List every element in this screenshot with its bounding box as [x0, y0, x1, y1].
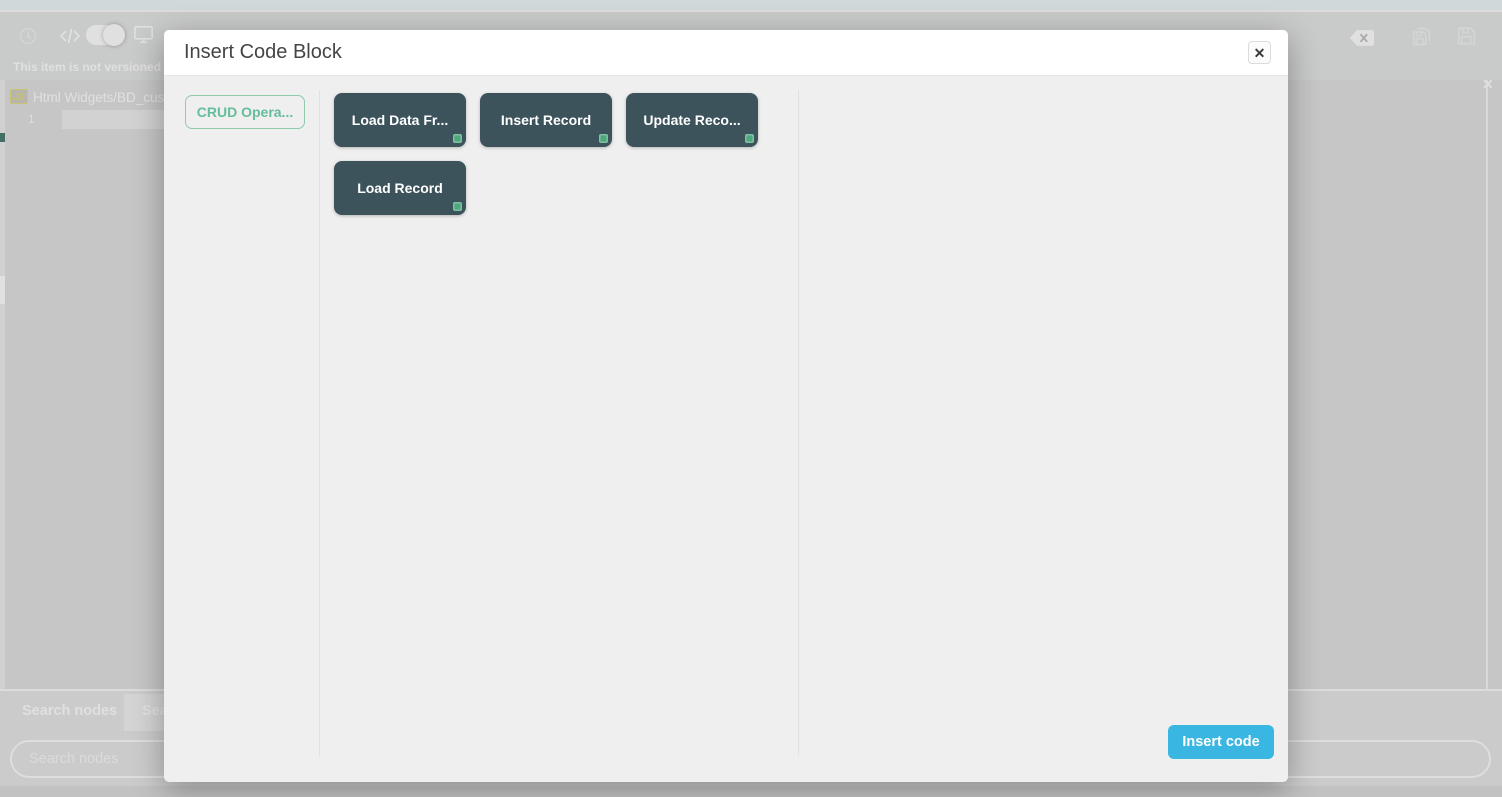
modal-close-button[interactable]: ✕: [1248, 41, 1271, 64]
code-block-insert-record[interactable]: Insert Record: [480, 93, 612, 147]
insert-code-button[interactable]: Insert code: [1168, 725, 1274, 759]
modal-divider: [319, 90, 320, 756]
block-handle: [453, 134, 462, 143]
modal-title: Insert Code Block: [184, 30, 342, 75]
block-handle: [599, 134, 608, 143]
modal-header: Insert Code Block ✕: [164, 30, 1288, 76]
modal-divider: [798, 90, 799, 756]
code-block-list: Load Data Fr... Insert Record Update Rec…: [334, 93, 784, 215]
code-block-update-record[interactable]: Update Reco...: [626, 93, 758, 147]
insert-code-block-dialog: Insert Code Block ✕ CRUD Opera... Load D…: [164, 30, 1288, 782]
category-crud-operations-button[interactable]: CRUD Opera...: [185, 95, 305, 129]
block-handle: [745, 134, 754, 143]
block-handle: [453, 202, 462, 211]
close-icon: ✕: [1254, 46, 1266, 60]
code-block-load-data-from[interactable]: Load Data Fr...: [334, 93, 466, 147]
code-block-load-record[interactable]: Load Record: [334, 161, 466, 215]
